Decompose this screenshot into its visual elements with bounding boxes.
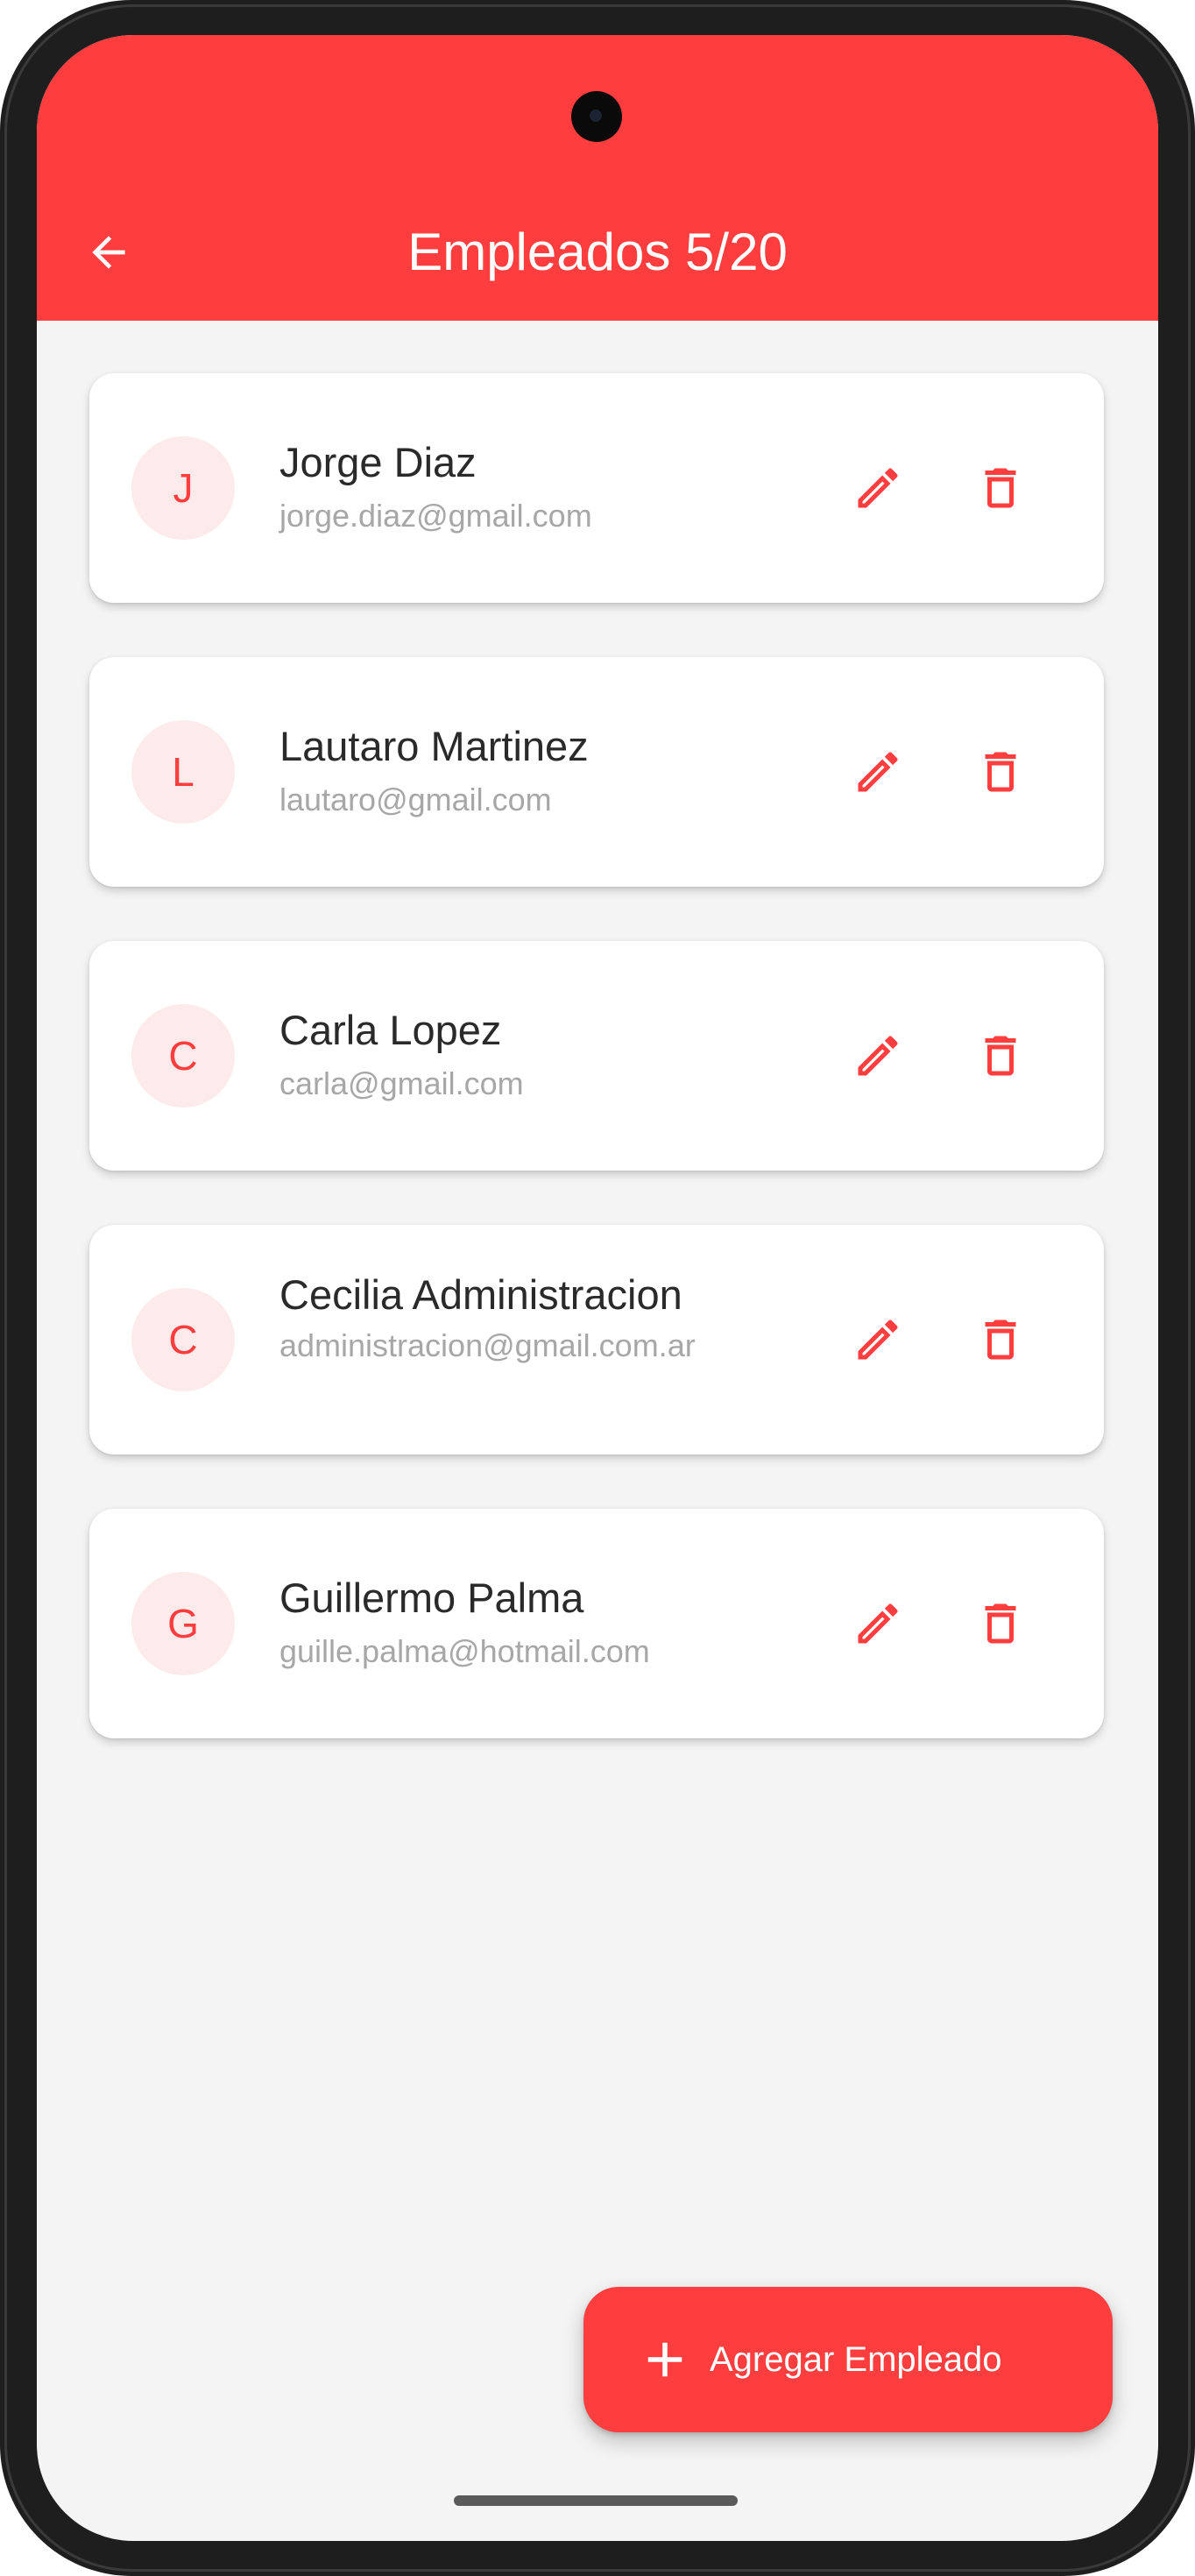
- add-employee-button[interactable]: Agregar Empleado: [583, 2287, 1113, 2432]
- edit-employee-button[interactable]: [845, 739, 911, 805]
- employee-email: administracion@gmail.com.ar: [279, 1327, 696, 1363]
- delete-employee-button[interactable]: [967, 1306, 1034, 1373]
- pencil-icon: [858, 752, 898, 792]
- employee-card[interactable]: L Lautaro Martinez lautaro@gmail.com: [89, 657, 1104, 887]
- employee-name: Cecilia Administracion: [279, 1271, 682, 1318]
- trash-icon: [985, 468, 1016, 508]
- employee-avatar: J: [131, 436, 235, 540]
- employee-name: Jorge Diaz: [279, 439, 477, 485]
- trash-icon: [985, 1320, 1016, 1360]
- employee-email: jorge.diaz@gmail.com: [279, 498, 592, 534]
- edit-employee-button[interactable]: [845, 1306, 911, 1373]
- app-bar: Empleados 5/20: [37, 35, 1158, 321]
- trash-icon: [985, 1603, 1016, 1644]
- employee-avatar: C: [131, 1288, 235, 1391]
- employee-card[interactable]: C Carla Lopez carla@gmail.com: [89, 941, 1104, 1171]
- pencil-icon: [858, 1603, 898, 1644]
- edit-employee-button[interactable]: [845, 1590, 911, 1657]
- edit-employee-button[interactable]: [845, 455, 911, 521]
- employee-avatar: C: [131, 1004, 235, 1108]
- trash-icon: [985, 752, 1016, 792]
- pencil-icon: [858, 468, 898, 508]
- employee-card[interactable]: C Cecilia Administracion administracion@…: [89, 1225, 1104, 1454]
- employee-name: Carla Lopez: [279, 1007, 502, 1053]
- delete-employee-button[interactable]: [967, 739, 1034, 805]
- employee-email: carla@gmail.com: [279, 1065, 524, 1101]
- front-camera: [571, 91, 622, 142]
- phone-frame: Empleados 5/20 J Jorge Diaz jorge.diaz@g…: [0, 0, 1195, 2576]
- delete-employee-button[interactable]: [967, 1023, 1034, 1089]
- delete-employee-button[interactable]: [967, 1590, 1034, 1657]
- delete-employee-button[interactable]: [967, 455, 1034, 521]
- employee-avatar: L: [131, 720, 235, 824]
- page-title: Empleados 5/20: [407, 223, 788, 281]
- employee-email: guille.palma@hotmail.com: [279, 1633, 650, 1669]
- employee-name: Guillermo Palma: [279, 1575, 584, 1621]
- employee-avatar: G: [131, 1572, 235, 1675]
- plus-icon: [636, 2331, 694, 2388]
- pencil-icon: [858, 1320, 898, 1360]
- trash-icon: [985, 1036, 1016, 1076]
- app-screen: Empleados 5/20 J Jorge Diaz jorge.diaz@g…: [37, 35, 1158, 2541]
- add-employee-label: Agregar Empleado: [710, 2340, 1002, 2379]
- employee-card[interactable]: G Guillermo Palma guille.palma@hotmail.c…: [89, 1509, 1104, 1738]
- edit-employee-button[interactable]: [845, 1023, 911, 1089]
- employee-email: lautaro@gmail.com: [279, 782, 552, 817]
- home-indicator[interactable]: [454, 2495, 738, 2506]
- employee-name: Lautaro Martinez: [279, 723, 589, 769]
- pencil-icon: [858, 1036, 898, 1076]
- employee-card[interactable]: J Jorge Diaz jorge.diaz@gmail.com: [89, 373, 1104, 603]
